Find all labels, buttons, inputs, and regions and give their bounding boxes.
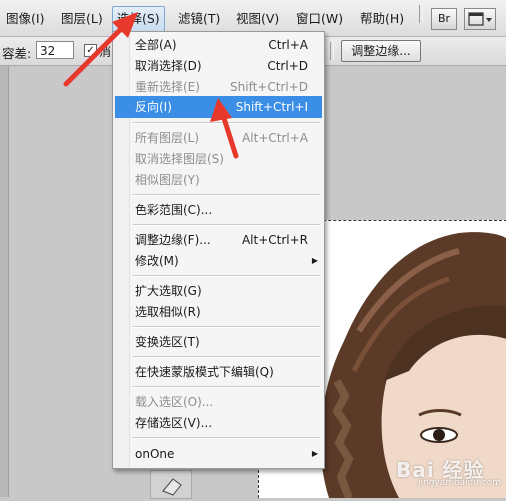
menu-item-all[interactable]: 全部(A) Ctrl+A (115, 34, 322, 56)
watermark-url: jingyan.baidu.com (418, 478, 502, 488)
bridge-button[interactable]: Br (431, 8, 457, 30)
menu-item-deselect-layers[interactable]: 取消选择图层(S) (115, 148, 322, 170)
menu-separator (133, 356, 320, 358)
menu-item-refine-edge[interactable]: 调整边缘(F)... Alt+Ctrl+R (115, 229, 322, 251)
select-menu-dropdown: 全部(A) Ctrl+A 取消选择(D) Ctrl+D 重新选择(E) Shif… (112, 31, 325, 469)
menu-window[interactable]: 窗口(W) (296, 10, 343, 28)
tools-panel-edge (0, 66, 9, 497)
menubar-divider (419, 5, 423, 23)
menu-item-reselect[interactable]: 重新选择(E) Shift+Ctrl+D (115, 76, 322, 98)
menu-separator (133, 437, 320, 439)
menu-item-save-selection[interactable]: 存储选区(V)... (115, 412, 322, 434)
menu-separator (133, 275, 320, 277)
eraser-icon (162, 478, 182, 496)
refine-edge-button[interactable]: 调整边缘... (341, 40, 421, 62)
menu-help[interactable]: 帮助(H) (360, 10, 404, 28)
menu-item-transform-selection[interactable]: 变换选区(T) (115, 331, 322, 353)
menu-item-modify[interactable]: 修改(M) ▶ (115, 250, 322, 272)
menu-item-onone[interactable]: onOne ▶ (115, 443, 322, 465)
menu-item-load-selection[interactable]: 载入选区(O)... (115, 391, 322, 413)
menu-separator (133, 122, 320, 124)
menu-item-color-range[interactable]: 色彩范围(C)... (115, 199, 322, 221)
menu-filter[interactable]: 滤镜(T) (178, 10, 220, 28)
menu-item-grow[interactable]: 扩大选取(G) (115, 280, 322, 302)
submenu-arrow-icon: ▶ (311, 449, 318, 458)
watermark: Bai 经验 jingyan.baidu.com (376, 452, 504, 492)
menu-item-deselect[interactable]: 取消选择(D) Ctrl+D (115, 55, 322, 77)
optionsbar-divider (330, 42, 334, 60)
menu-view[interactable]: 视图(V) (236, 10, 279, 28)
menu-image[interactable]: 图像(I) (6, 10, 44, 28)
menu-separator (133, 326, 320, 328)
menu-item-inverse[interactable]: 反向(I) Shift+Ctrl+I (115, 96, 322, 118)
screen-mode-icon[interactable] (464, 8, 496, 30)
menu-separator (133, 224, 320, 226)
menu-select[interactable]: 选择(S) (112, 6, 165, 32)
menu-layer[interactable]: 图层(L) (61, 10, 103, 28)
menu-separator (133, 386, 320, 388)
menu-item-all-layers[interactable]: 所有图层(L) Alt+Ctrl+A (115, 127, 322, 149)
menu-item-similar-layers[interactable]: 相似图层(Y) (115, 169, 322, 191)
tolerance-input[interactable]: 32 (36, 41, 74, 59)
menu-item-quick-mask[interactable]: 在快速蒙版模式下编辑(Q) (115, 361, 322, 383)
antialias-checkbox[interactable]: ✓ (84, 44, 97, 57)
film-strip-icon (468, 12, 492, 26)
submenu-arrow-icon: ▶ (311, 256, 318, 265)
menu-separator (133, 194, 320, 196)
antialias-label: 消 (99, 45, 112, 59)
menu-item-similar[interactable]: 选取相似(R) (115, 301, 322, 323)
tool-preview (150, 470, 192, 499)
tolerance-label: 容差: (2, 46, 32, 61)
